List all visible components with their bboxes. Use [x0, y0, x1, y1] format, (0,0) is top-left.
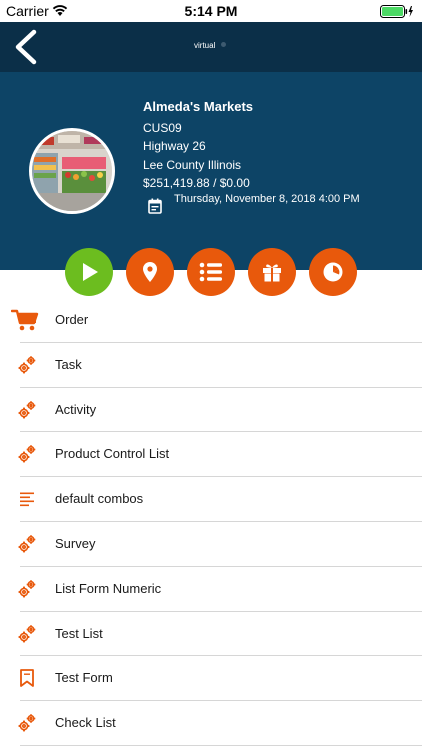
menu-item-activity[interactable]: Activity	[0, 388, 422, 433]
action-bar	[0, 248, 422, 296]
menu-item-task[interactable]: Task	[0, 343, 422, 388]
customer-info: Almeda's Markets CUS09 Highway 26 Lee Co…	[143, 98, 253, 193]
customer-address: Highway 26	[143, 139, 206, 153]
customer-balance: $251,419.88 / $0.00	[143, 176, 250, 190]
gears-icon	[16, 578, 38, 600]
divider	[20, 744, 422, 746]
back-chevron-icon[interactable]	[10, 28, 42, 66]
text-lines-icon	[16, 488, 38, 510]
play-icon	[83, 263, 98, 281]
menu-item-label: Task	[55, 356, 82, 372]
menu-item-test-form[interactable]: Test Form	[0, 656, 422, 702]
customer-name: Almeda's Markets	[143, 99, 254, 114]
virtual-status-dot	[221, 42, 226, 47]
menu-item-label: default combos	[55, 491, 144, 507]
menu-item-label: Activity	[55, 401, 97, 417]
gears-icon	[16, 623, 38, 645]
menu-item-survey[interactable]: Survey	[0, 522, 422, 567]
virtual-label: virtual	[194, 41, 216, 50]
gears-icon	[16, 399, 38, 421]
menu-item-label: Check List	[55, 715, 116, 731]
cart-icon	[10, 309, 40, 331]
location-button[interactable]	[126, 248, 174, 296]
bookmark-icon	[16, 667, 38, 689]
menu-item-label: Test Form	[55, 670, 113, 686]
menu-item-label: Test List	[55, 625, 103, 641]
list-icon	[199, 262, 222, 282]
status-bar: Carrier 5:14 PM	[0, 0, 422, 22]
gears-icon	[16, 354, 38, 376]
start-visit-button[interactable]	[65, 248, 113, 296]
customer-header: Almeda's Markets CUS09 Highway 26 Lee Co…	[0, 72, 422, 270]
battery-icon	[380, 5, 413, 18]
customer-code: CUS09	[143, 120, 182, 135]
location-pin-icon	[143, 262, 157, 282]
pie-chart-icon	[323, 262, 343, 282]
list-button[interactable]	[187, 248, 235, 296]
gift-button[interactable]	[248, 248, 296, 296]
menu-item-order[interactable]: Order	[0, 298, 422, 343]
menu-item-default-combos[interactable]: default combos	[0, 477, 422, 522]
gears-icon	[16, 533, 38, 555]
clock: 5:14 PM	[184, 3, 238, 19]
menu-list: Order Task Activity Product Control List def…	[0, 298, 422, 746]
menu-item-label: List Form Numeric	[55, 580, 162, 596]
menu-item-check-list[interactable]: Check List	[0, 701, 422, 746]
menu-item-label: Order	[55, 312, 89, 327]
menu-item-label: Product Control List	[55, 446, 170, 462]
chart-button[interactable]	[309, 248, 357, 296]
menu-item-list-form-numeric[interactable]: List Form Numeric	[0, 567, 422, 612]
gift-icon	[263, 264, 281, 282]
menu-item-product-control-list[interactable]: Product Control List	[0, 432, 422, 478]
gears-icon	[16, 443, 38, 465]
visit-date: Thursday, November 8, 2018 4:00 PM	[174, 193, 360, 205]
store-photo	[29, 128, 115, 214]
menu-item-test-list[interactable]: Test List	[0, 612, 422, 657]
menu-item-label: Survey	[55, 535, 96, 551]
gears-icon	[16, 712, 38, 734]
calendar-icon	[148, 198, 162, 214]
nav-bar: virtual	[0, 22, 422, 72]
customer-region: Lee County Illinois	[143, 157, 242, 172]
